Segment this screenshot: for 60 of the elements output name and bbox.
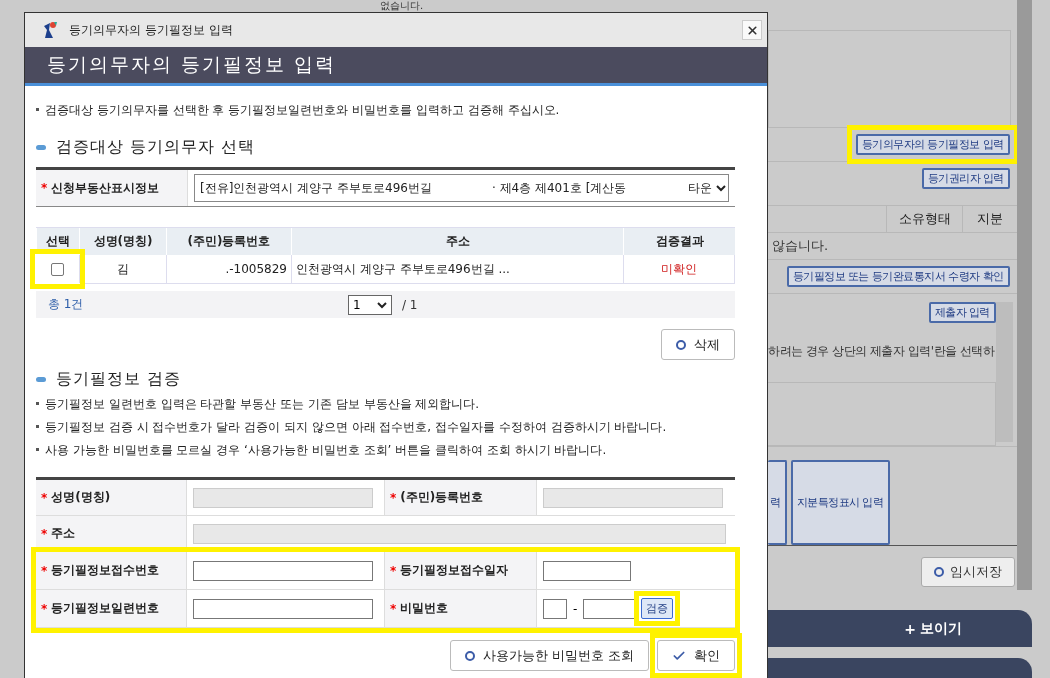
input-button[interactable]: 지분특정표시 입력: [790, 460, 890, 545]
holder-input-button[interactable]: 등기권리자 입력: [921, 168, 1010, 190]
field-label: * 신청부동산표시정보: [36, 170, 188, 206]
status-text: 없습니다.: [380, 0, 424, 11]
note-text: 하려는 경우 상단의 제출자 입력'란을 선택하: [768, 343, 995, 361]
confirm-button[interactable]: 확인: [657, 640, 735, 671]
scrollbar[interactable]: [1017, 0, 1032, 590]
close-icon: [745, 23, 759, 37]
input-button[interactable]: 력: [768, 460, 787, 545]
verify-button[interactable]: 검증: [641, 598, 674, 619]
window-title: 등기의무자의 등기필정보 입력: [69, 21, 234, 39]
delete-button[interactable]: 삭제: [661, 329, 735, 360]
table-cell: 김: [79, 255, 166, 283]
date-field[interactable]: [543, 560, 631, 581]
input-field[interactable]: [193, 598, 373, 619]
column-header: 소유형태: [886, 206, 962, 232]
password-field[interactable]: [583, 598, 636, 619]
circle-icon: [676, 339, 686, 350]
column-header: 검증결과: [623, 228, 735, 255]
obligor-input-button[interactable]: 등기의무자의 등기필정보 입력: [855, 133, 1010, 155]
chevron-down-icon: [716, 184, 726, 192]
circle-icon: [464, 650, 475, 661]
section-title: 등기필정보 검증: [56, 369, 182, 390]
dash-separator: -: [573, 601, 578, 616]
instruction-text: 등기필정보 검증 시 접수번호가 달라 검증이 되지 않으면 아래 접수번호, 접수일자를 수정하여 검증하시기 바랍니다.: [36, 419, 735, 436]
property-select[interactable]: [전유]인천광역시 계양구 주부토로496번길 · 제4층 제401호 [계산동 타운: [194, 174, 729, 202]
instruction-text: 사용 가능한 비밀번호를 모르실 경우 ‘사용가능한 비밀번호 조회’ 버튼을 클릭하여 조회 하시기 바랍니다.: [36, 442, 735, 459]
scrollbar[interactable]: [996, 302, 1013, 443]
password-lookup-button[interactable]: 사용가능한 비밀번호 조회: [449, 640, 649, 671]
field-label: * 성명(명칭): [36, 480, 187, 515]
page-select[interactable]: 1: [348, 294, 392, 315]
circle-icon: [934, 566, 944, 577]
table-cell: 미확인: [623, 255, 734, 283]
close-button[interactable]: [742, 20, 762, 40]
checkbox[interactable]: [51, 262, 64, 276]
table-cell: 인천광역시 계양구 주부토로496번길 ...: [291, 255, 623, 283]
table-cell: .-1005829: [166, 255, 291, 283]
dialog-heading: 등기의무자의 등기필정보 입력: [47, 52, 337, 77]
receiver-button[interactable]: 등기필정보 또는 등기완료통지서 수령자 확인: [786, 266, 1010, 288]
column-header: (주민)등록번호: [166, 228, 291, 255]
app-icon: [41, 20, 59, 40]
field-label: * 비밀번호: [385, 590, 537, 627]
instruction-text: 검증대상 등기의무자를 선택한 후 등기필정보일련번호와 비밀번호를 입력하고 검증해 주십시오.: [36, 102, 735, 119]
field-label: * (주민)등록번호: [385, 480, 537, 515]
chevron-down-icon: [377, 300, 387, 309]
page-total: / 1: [402, 297, 418, 312]
save-button[interactable]: 임시저장: [921, 556, 1015, 587]
field-label: * 등기필정보접수번호: [36, 552, 187, 589]
section-marker: [36, 145, 46, 150]
column-header: 주소: [291, 228, 623, 255]
field-label: * 등기필정보접수일자: [385, 552, 537, 589]
input-field[interactable]: [543, 598, 567, 619]
total-count: 총 1건: [48, 296, 85, 313]
section-title: 검증대상 등기의무자 선택: [56, 137, 256, 158]
section-marker: [36, 377, 46, 382]
submitter-button[interactable]: 제출자 입력: [928, 302, 996, 324]
field-label: * 등기필정보일련번호: [36, 590, 187, 627]
instruction-text: 등기필정보 일련번호 입력은 타관할 부동산 또는 기존 담보 부동산을 제외합니다.: [36, 396, 735, 413]
input-field[interactable]: [193, 560, 373, 581]
expand-bar[interactable]: + 보이기: [768, 610, 1032, 648]
